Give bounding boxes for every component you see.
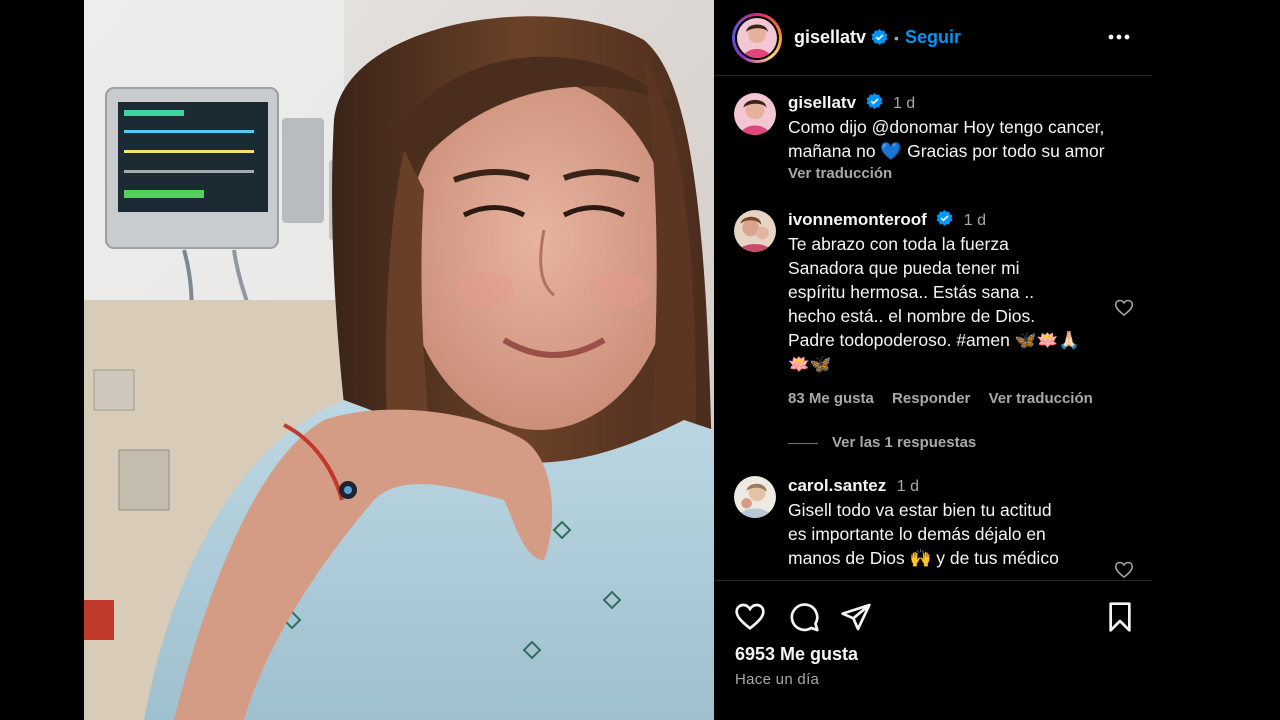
- comment-actions: 83 Me gusta Responder Ver traducción: [788, 390, 1128, 407]
- caption-text-line: Como dijo @donomar Hoy tengo cancer,: [788, 117, 1105, 137]
- reply-button[interactable]: Responder: [892, 390, 970, 407]
- comment-text-line: manos de Dios 🙌 y de tus médico: [788, 548, 1059, 568]
- like-heart-icon[interactable]: [734, 601, 766, 633]
- comment-avatar[interactable]: [734, 476, 776, 518]
- comment-text-line: espíritu hermosa.. Estás sana ..: [788, 282, 1035, 302]
- author-avatar[interactable]: [732, 12, 782, 63]
- comment-username[interactable]: carol.santez: [788, 476, 886, 495]
- caption-text-line: mañana no 💙 Gracias por todo su amor: [788, 141, 1105, 161]
- author-username[interactable]: gisellatv: [794, 27, 866, 48]
- comment-like-heart-icon[interactable]: [1114, 560, 1134, 580]
- comment-text-line: hecho está.. el nombre de Dios.: [788, 306, 1036, 326]
- comment-like-heart-icon[interactable]: [1114, 298, 1134, 318]
- comment-time: 1 d: [963, 212, 986, 229]
- view-replies-button[interactable]: Ver las 1 respuestas: [788, 434, 976, 451]
- comment-bubble-icon[interactable]: [788, 601, 820, 633]
- caption-username[interactable]: gisellatv: [788, 93, 856, 112]
- comment-text-line: Padre todopoderoso. #amen 🦋🪷🙏🏻: [788, 330, 1081, 350]
- post-likes-count[interactable]: 6953 Me gusta: [735, 644, 858, 665]
- post-photo[interactable]: [84, 0, 714, 720]
- post-header: gisellatv • Seguir: [714, 0, 1152, 76]
- post-image: [84, 0, 714, 720]
- comment-text-line: Te abrazo con toda la fuerza: [788, 234, 1009, 254]
- post-timestamp[interactable]: Hace un día: [735, 671, 819, 688]
- comment-time: 1 d: [896, 478, 919, 495]
- replies-divider-line: [788, 442, 818, 444]
- comment-translate-link[interactable]: Ver traducción: [989, 390, 1093, 407]
- follow-button[interactable]: Seguir: [905, 27, 961, 48]
- verified-badge-icon: [871, 29, 888, 45]
- comment-likes-count[interactable]: 83 Me gusta: [788, 390, 874, 407]
- comment-text-line: es importante lo demás déjalo en: [788, 524, 1046, 544]
- separator-dot: •: [894, 29, 899, 46]
- more-horizontal-icon: [1108, 34, 1130, 40]
- more-options-button[interactable]: [1106, 24, 1132, 50]
- comment-avatar[interactable]: [734, 210, 776, 252]
- view-replies-label: Ver las 1 respuestas: [832, 434, 977, 451]
- post-footer: 6953 Me gusta Hace un día: [714, 580, 1152, 720]
- share-send-icon[interactable]: [840, 601, 872, 633]
- comment-text-line: Sanadora que pueda tener mi: [788, 258, 1020, 278]
- comment-username[interactable]: ivonnemonteroof: [788, 210, 927, 229]
- save-bookmark-icon[interactable]: [1104, 601, 1136, 633]
- comments-list[interactable]: gisellatv 1 d Como dijo @donomar Hoy ten…: [714, 77, 1152, 580]
- post-sidebar: gisellatv • Seguir gisellatv 1 d Como di…: [714, 0, 1152, 720]
- comment-text-line: Gisell todo va estar bien tu actitud: [788, 500, 1052, 520]
- caption-translate-link[interactable]: Ver traducción: [788, 165, 1128, 182]
- comment-text-line: 🪷🦋: [788, 354, 832, 374]
- caption-time: 1 d: [892, 95, 916, 112]
- verified-badge-icon: [936, 210, 953, 226]
- verified-badge-icon: [866, 93, 882, 109]
- caption-avatar[interactable]: [734, 93, 776, 135]
